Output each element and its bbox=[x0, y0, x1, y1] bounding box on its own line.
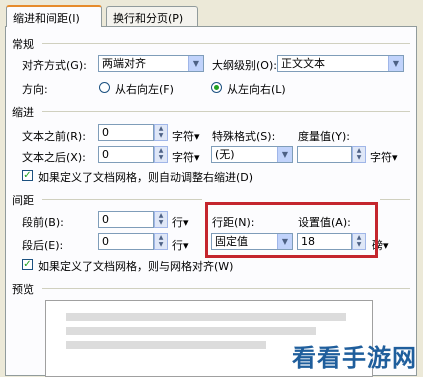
chevron-down-icon[interactable]: ▼ bbox=[277, 147, 292, 162]
divider bbox=[380, 199, 410, 200]
special-format-select[interactable]: (无) ▼ bbox=[211, 146, 293, 163]
indent-before-unit[interactable]: 字符▾ bbox=[172, 128, 200, 144]
spacing-before-label: 段前(B): bbox=[22, 216, 64, 229]
auto-indent-checkbox[interactable]: ✓ bbox=[22, 170, 33, 181]
divider bbox=[42, 288, 410, 289]
special-format-label: 特殊格式(S): bbox=[212, 130, 276, 143]
spacing-after-label: 段后(E): bbox=[22, 239, 64, 252]
ltr-label: 从左向右(L) bbox=[227, 83, 286, 96]
auto-indent-label: 如果定义了文档网格，则自动调整右缩进(D) bbox=[38, 171, 254, 184]
divider bbox=[42, 43, 410, 44]
rtl-radio[interactable] bbox=[99, 82, 110, 93]
measure-input[interactable] bbox=[297, 146, 352, 163]
indent-before-input[interactable]: 0 bbox=[98, 124, 154, 141]
spacing-before-unit[interactable]: 行▾ bbox=[172, 214, 189, 230]
indent-after-label: 文本之后(X): bbox=[22, 151, 86, 164]
snap-to-grid-label: 如果定义了文档网格，则与网格对齐(W) bbox=[38, 260, 234, 273]
preview-line bbox=[66, 327, 316, 335]
divider bbox=[42, 111, 410, 112]
rtl-label: 从右向左(F) bbox=[115, 83, 174, 96]
divider bbox=[42, 199, 202, 200]
outline-level-value: 正文文本 bbox=[281, 57, 325, 70]
outline-level-select[interactable]: 正文文本 ▼ bbox=[277, 55, 404, 72]
measure-unit[interactable]: 字符▾ bbox=[370, 149, 398, 165]
preview-group-title: 预览 bbox=[12, 283, 34, 296]
direction-label: 方向: bbox=[22, 83, 48, 96]
preview-line bbox=[66, 313, 346, 321]
alignment-label: 对齐方式(G): bbox=[22, 59, 87, 72]
indent-after-input[interactable]: 0 bbox=[98, 146, 154, 163]
tab-line-page-breaks[interactable]: 换行和分页(P) bbox=[106, 6, 198, 26]
indent-after-spinner[interactable]: ▲ ▼ bbox=[154, 146, 168, 163]
alignment-value: 两端对齐 bbox=[102, 57, 146, 70]
spacing-after-input[interactable]: 0 bbox=[98, 233, 154, 250]
general-group-title: 常规 bbox=[12, 38, 34, 51]
spacing-group-title: 间距 bbox=[12, 194, 34, 207]
measure-label: 度量值(Y): bbox=[298, 130, 351, 143]
measure-spinner[interactable]: ▲ ▼ bbox=[352, 146, 366, 163]
indent-before-label: 文本之前(R): bbox=[22, 130, 86, 143]
outline-level-label: 大纲级别(O): bbox=[212, 59, 277, 72]
indent-after-unit[interactable]: 字符▾ bbox=[172, 149, 200, 165]
ltr-radio[interactable] bbox=[211, 82, 222, 93]
spacing-after-unit[interactable]: 行▾ bbox=[172, 237, 189, 253]
spacing-after-spinner[interactable]: ▲ ▼ bbox=[154, 233, 168, 250]
chevron-down-icon[interactable]: ▼ bbox=[188, 56, 203, 71]
line-spacing-highlight bbox=[205, 202, 378, 258]
indent-group-title: 缩进 bbox=[12, 106, 34, 119]
alignment-select[interactable]: 两端对齐 ▼ bbox=[98, 55, 204, 72]
watermark-logo: 看看手游网 bbox=[292, 344, 417, 372]
spacing-before-input[interactable]: 0 bbox=[98, 211, 154, 228]
preview-line bbox=[66, 341, 266, 349]
tab-indent-spacing[interactable]: 缩进和间距(I) bbox=[6, 5, 102, 27]
indent-before-spinner[interactable]: ▲ ▼ bbox=[154, 124, 168, 141]
snap-to-grid-checkbox[interactable]: ✓ bbox=[22, 259, 33, 270]
special-format-value: (无) bbox=[215, 148, 235, 161]
spacing-before-spinner[interactable]: ▲ ▼ bbox=[154, 211, 168, 228]
chevron-down-icon[interactable]: ▼ bbox=[388, 56, 403, 71]
